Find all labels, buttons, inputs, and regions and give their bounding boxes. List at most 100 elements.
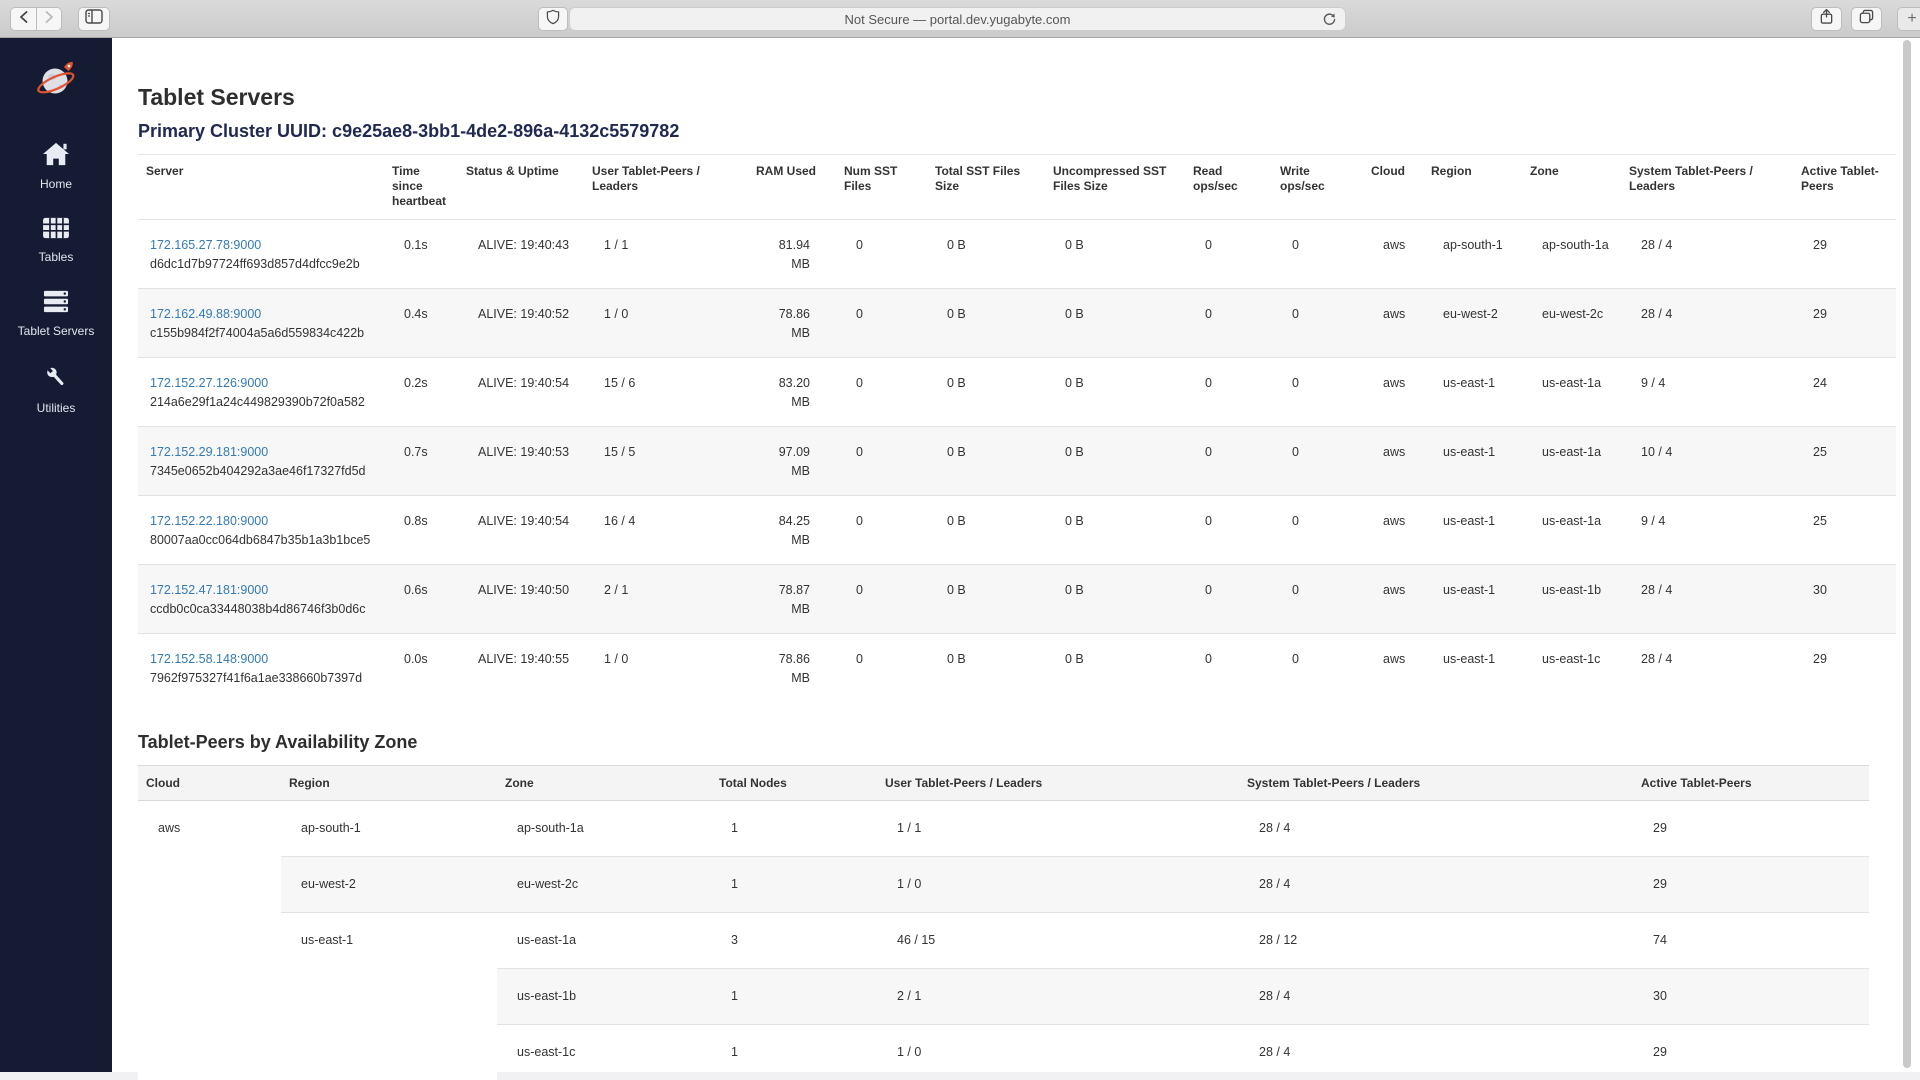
server-cell: 172.152.27.126:9000 214a6e29f1a24c449829… xyxy=(138,358,384,427)
server-link[interactable]: 172.152.27.126:9000 xyxy=(150,376,268,390)
server-link[interactable]: 172.162.49.88:9000 xyxy=(150,307,261,321)
active-tp-cell: 29 xyxy=(1793,289,1896,358)
total-nodes-cell: 1 xyxy=(711,857,877,913)
zone-cell: us-east-1a xyxy=(1522,358,1621,427)
user-tp-cell: 1 / 0 xyxy=(584,634,748,703)
zone-cell: us-east-1a xyxy=(497,913,711,969)
active-tp-cell: 29 xyxy=(1633,801,1869,857)
col-status: Status & Uptime xyxy=(458,155,584,220)
servers-header-row: Server Time since heartbeat Status & Upt… xyxy=(138,155,1896,220)
system-tp-cell: 28 / 12 xyxy=(1239,913,1633,969)
share-button[interactable] xyxy=(1811,7,1842,31)
new-tab-button[interactable]: + xyxy=(1897,7,1920,31)
server-cell: 172.165.27.78:9000 d6dc1d7b97724ff693d85… xyxy=(138,220,384,289)
num-sst-cell: 0 xyxy=(836,634,927,703)
yugabyte-logo-icon[interactable] xyxy=(34,58,78,107)
status-cell: ALIVE: 19:40:53 xyxy=(458,427,584,496)
status-cell: ALIVE: 19:40:52 xyxy=(458,289,584,358)
sidebar-item-home[interactable]: Home xyxy=(0,141,112,191)
server-cell: 172.152.47.181:9000 ccdb0c0ca33448038b4d… xyxy=(138,565,384,634)
cluster-uuid-heading: Primary Cluster UUID: c9e25ae8-3bb1-4de2… xyxy=(138,121,1920,142)
system-tp-cell: 28 / 4 xyxy=(1621,565,1793,634)
privacy-shield-button[interactable] xyxy=(538,7,568,31)
zone-cell: ap-south-1a xyxy=(1522,220,1621,289)
col-system-tp: System Tablet-Peers / Leaders xyxy=(1621,155,1793,220)
active-tp-cell: 25 xyxy=(1793,427,1896,496)
cloud-cell: aws xyxy=(1363,289,1423,358)
system-tp-cell: 9 / 4 xyxy=(1621,496,1793,565)
server-uuid: d6dc1d7b97724ff693d857d4dfcc9e2b xyxy=(150,255,376,274)
zone-cell: eu-west-2c xyxy=(1522,289,1621,358)
status-cell: ALIVE: 19:40:54 xyxy=(458,496,584,565)
cloud-cell: aws xyxy=(1363,496,1423,565)
total-sst-cell: 0 B xyxy=(927,496,1045,565)
system-tp-cell: 28 / 4 xyxy=(1621,634,1793,703)
zone-cell: us-east-1a xyxy=(1522,427,1621,496)
status-cell: ALIVE: 19:40:54 xyxy=(458,358,584,427)
read-ops-cell: 0 xyxy=(1185,565,1272,634)
user-tp-cell: 1 / 0 xyxy=(584,289,748,358)
sidebar-item-label: Tables xyxy=(39,250,74,264)
server-link[interactable]: 172.165.27.78:9000 xyxy=(150,238,261,252)
vertical-scrollbar[interactable] xyxy=(1903,40,1911,1068)
num-sst-cell: 0 xyxy=(836,358,927,427)
user-tp-cell: 16 / 4 xyxy=(584,496,748,565)
col-cloud: Cloud xyxy=(1363,155,1423,220)
server-link[interactable]: 172.152.22.180:9000 xyxy=(150,514,268,528)
server-link[interactable]: 172.152.58.148:9000 xyxy=(150,652,268,666)
col-ram: RAM Used xyxy=(748,155,836,220)
zone-cell: us-east-1b xyxy=(1522,565,1621,634)
total-sst-cell: 0 B xyxy=(927,220,1045,289)
tablet-servers-icon xyxy=(41,289,71,319)
col-user-tp: User Tablet-Peers / Leaders xyxy=(877,766,1239,801)
read-ops-cell: 0 xyxy=(1185,358,1272,427)
browser-forward-button[interactable] xyxy=(36,7,62,31)
status-cell: ALIVE: 19:40:55 xyxy=(458,634,584,703)
total-sst-cell: 0 B xyxy=(927,289,1045,358)
reload-icon[interactable] xyxy=(1322,12,1337,32)
az-header-row: Cloud Region Zone Total Nodes User Table… xyxy=(138,766,1869,801)
cloud-cell: aws xyxy=(1363,427,1423,496)
server-link[interactable]: 172.152.47.181:9000 xyxy=(150,583,268,597)
system-tp-cell: 10 / 4 xyxy=(1621,427,1793,496)
sidebar-item-utilities[interactable]: Utilities xyxy=(0,363,112,415)
total-sst-cell: 0 B xyxy=(927,427,1045,496)
user-tp-cell: 2 / 1 xyxy=(877,969,1239,1025)
wrench-icon xyxy=(42,363,70,396)
user-tp-cell: 15 / 5 xyxy=(584,427,748,496)
col-active-tp: Active Tablet-Peers xyxy=(1793,155,1896,220)
ram-cell: 97.09 MB xyxy=(748,427,836,496)
server-cell: 172.152.58.148:9000 7962f975327f41f6a1ae… xyxy=(138,634,384,703)
read-ops-cell: 0 xyxy=(1185,220,1272,289)
address-bar[interactable]: Not Secure — portal.dev.yugabyte.com xyxy=(569,7,1346,31)
heartbeat-cell: 0.1s xyxy=(384,220,458,289)
sidebar-item-tablet-servers[interactable]: Tablet Servers xyxy=(0,289,112,338)
shield-icon xyxy=(546,9,560,30)
sidebar-item-tables[interactable]: Tables xyxy=(0,216,112,264)
region-cell: ap-south-1 xyxy=(281,801,497,857)
write-ops-cell: 0 xyxy=(1272,220,1363,289)
write-ops-cell: 0 xyxy=(1272,289,1363,358)
active-tp-cell: 29 xyxy=(1633,1025,1869,1080)
main-content: Tablet Servers Primary Cluster UUID: c9e… xyxy=(112,38,1920,1072)
heartbeat-cell: 0.4s xyxy=(384,289,458,358)
server-uuid: c155b984f2f74004a5a6d559834c422b xyxy=(150,324,376,343)
heartbeat-cell: 0.7s xyxy=(384,427,458,496)
active-tp-cell: 30 xyxy=(1793,565,1896,634)
cloud-cell: aws xyxy=(1363,634,1423,703)
address-bar-text: Not Secure — portal.dev.yugabyte.com xyxy=(845,12,1071,27)
write-ops-cell: 0 xyxy=(1272,496,1363,565)
tables-grid-icon xyxy=(41,216,71,245)
server-link[interactable]: 172.152.29.181:9000 xyxy=(150,445,268,459)
ram-cell: 84.25 MB xyxy=(748,496,836,565)
sidebar-item-label: Tablet Servers xyxy=(18,324,95,338)
active-tp-cell: 24 xyxy=(1793,358,1896,427)
table-row: 172.162.49.88:9000 c155b984f2f74004a5a6d… xyxy=(138,289,1896,358)
unc-sst-cell: 0 B xyxy=(1045,427,1185,496)
browser-back-button[interactable] xyxy=(10,7,36,31)
col-total-sst: Total SST Files Size xyxy=(927,155,1045,220)
user-tp-cell: 46 / 15 xyxy=(877,913,1239,969)
sidebar-toggle-button[interactable] xyxy=(78,7,110,31)
tab-overview-button[interactable] xyxy=(1851,7,1882,31)
system-tp-cell: 28 / 4 xyxy=(1621,289,1793,358)
